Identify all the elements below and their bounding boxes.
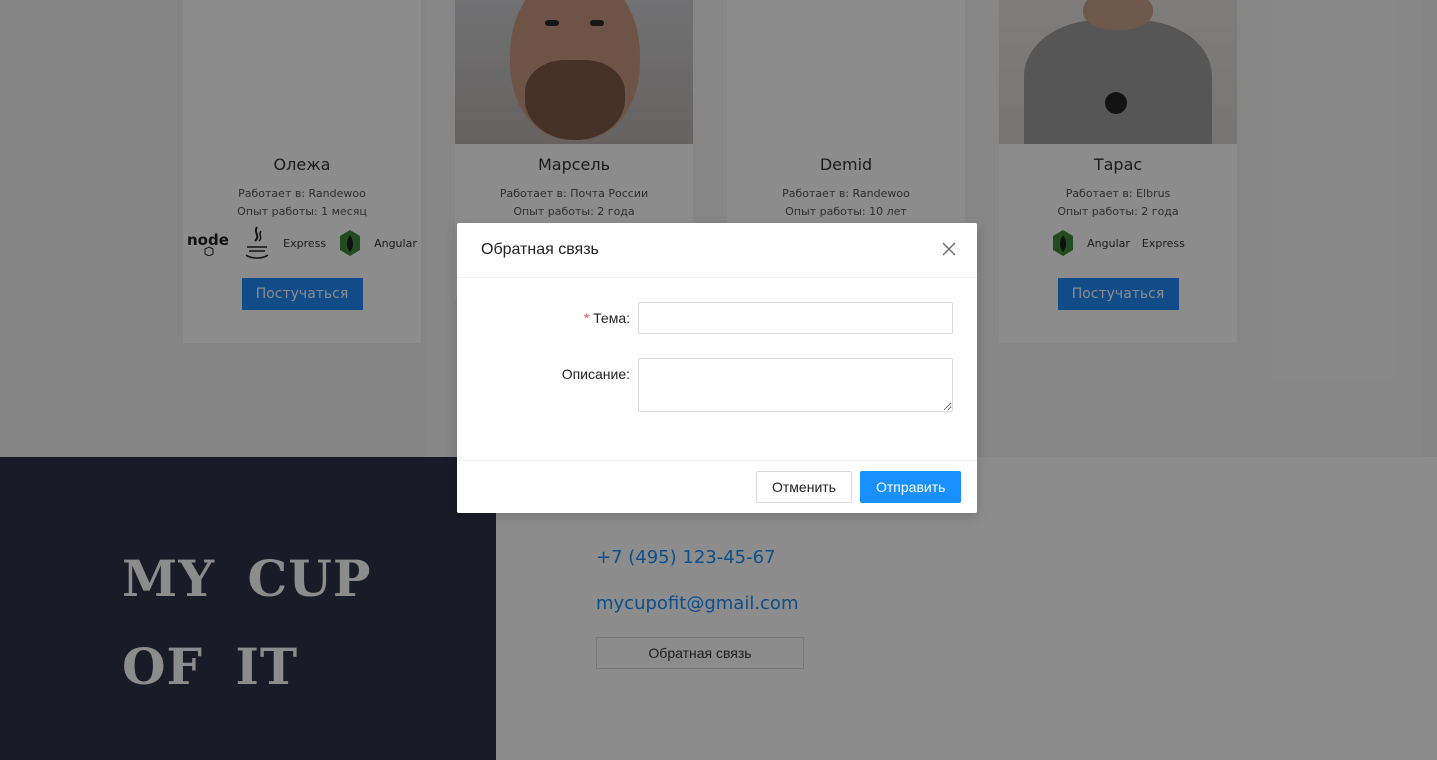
description-textarea[interactable] [638,358,953,412]
description-row: Описание: [481,358,953,412]
subject-label: * Тема: [583,310,630,326]
subject-row: * Тема: [481,302,953,334]
description-label: Описание: [561,366,630,382]
cancel-button[interactable]: Отменить [756,471,852,503]
submit-button[interactable]: Отправить [860,471,961,503]
modal-title: Обратная связь [481,241,599,258]
close-icon[interactable] [941,240,957,260]
feedback-modal: Обратная связь * Тема: Описание: Отменить… [457,223,977,513]
subject-input[interactable] [638,302,953,334]
